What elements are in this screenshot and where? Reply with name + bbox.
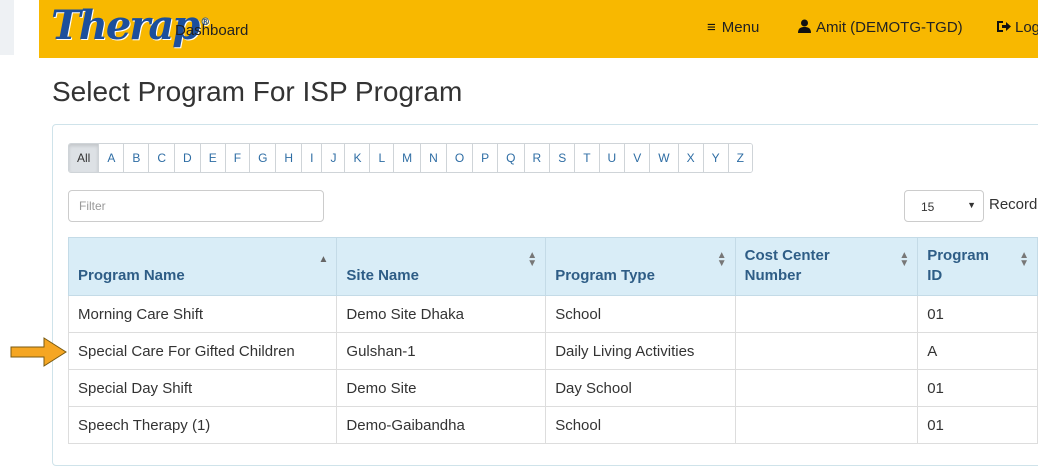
alphabet-button-u[interactable]: U [599,144,626,172]
table-row[interactable]: Special Care For Gifted Children Gulshan-… [67,332,1038,370]
table-cell: A [917,332,1038,370]
sort-icon: ▲ ▼ [527,250,538,269]
menu-button[interactable]: ≡ Menu [707,19,759,36]
pointer-arrow-icon [10,337,67,367]
alphabet-button-m[interactable]: M [394,144,422,172]
sort-ascending-icon: ▲ [318,254,329,265]
alphabet-button-g[interactable]: G [250,144,277,172]
menu-label: Menu [721,19,760,36]
column-header-program-name[interactable]: Program Name ▲ [67,237,338,296]
hamburger-icon: ≡ [707,19,716,36]
alphabet-button-s[interactable]: S [550,144,576,172]
alphabet-button-l[interactable]: L [370,144,395,172]
alphabet-button-q[interactable]: Q [498,144,525,172]
alphabet-button-t[interactable]: T [575,144,600,172]
records-per-page-select[interactable]: 15 ▼ [904,190,984,222]
alphabet-button-h[interactable]: H [276,144,303,172]
table-cell [734,332,919,370]
records-label: Record [989,196,1038,213]
logout-label: Log [1015,19,1038,36]
table-cell: School [545,295,736,333]
table-cell [734,295,919,333]
sidebar-edge [0,0,14,55]
user-icon [798,19,811,33]
table-cell [734,406,919,444]
dashboard-link[interactable]: Dashboard [175,22,248,39]
program-table: Program Name ▲ Site Name ▲ ▼ Program Type ▲ ▼ Co… [67,237,1038,444]
column-header-label: Site Name [346,267,419,284]
user-label: Amit (DEMOTG-TGD) [816,19,963,36]
table-cell: 01 [917,369,1038,407]
alphabet-button-b[interactable]: B [124,144,150,172]
table-cell: Gulshan-1 [336,332,547,370]
table-header-row: Program Name ▲ Site Name ▲ ▼ Program Type ▲ ▼ Co… [67,237,1038,296]
alphabet-button-z[interactable]: Z [728,144,752,172]
alphabet-button-x[interactable]: X [678,144,704,172]
alphabet-button-p[interactable]: P [473,144,499,172]
logout-icon [997,21,1011,32]
alphabet-button-all[interactable]: All [69,144,100,172]
logout-link[interactable]: Log [997,19,1038,36]
table-cell: Daily Living Activities [545,332,736,370]
column-header-cost-center-number[interactable]: Cost Center Number ▲ ▼ [734,237,919,296]
alphabet-button-d[interactable]: D [175,144,201,172]
sort-icon: ▲ ▼ [899,250,910,269]
sort-icon: ▲ ▼ [1019,250,1029,269]
alphabet-button-n[interactable]: N [421,144,447,172]
caret-down-icon: ▼ [967,200,976,210]
page-title: Select Program For ISP Program [52,76,463,107]
table-cell: Morning Care Shift [67,295,338,333]
alphabet-button-o[interactable]: O [446,144,474,172]
table-cell: 01 [917,406,1038,444]
alphabet-button-w[interactable]: W [650,144,679,172]
column-header-label: Program Type [555,267,655,284]
alphabet-button-e[interactable]: E [200,144,226,172]
column-header-label: Program ID [927,247,989,284]
alphabet-button-c[interactable]: C [149,144,176,172]
table-cell: Day School [545,369,736,407]
column-header-site-name[interactable]: Site Name ▲ ▼ [336,237,547,296]
table-body: Morning Care Shift Demo Site Dhaka School 0… [67,295,1038,444]
column-header-program-id[interactable]: Program ID ▲ ▼ [917,237,1038,296]
table-row[interactable]: Speech Therapy (1) Demo-Gaibandha School 01 [67,406,1038,444]
alphabet-button-v[interactable]: V [625,144,651,172]
table-cell: School [545,406,736,444]
column-header-program-type[interactable]: Program Type ▲ ▼ [545,237,736,296]
table-cell: Speech Therapy (1) [67,406,338,444]
alphabet-button-k[interactable]: K [345,144,371,172]
table-cell: Demo Site [336,369,547,407]
alphabet-button-i[interactable]: I [302,144,323,172]
filter-input[interactable] [68,190,324,222]
table-cell: Special Care For Gifted Children [67,332,338,370]
alphabet-button-y[interactable]: Y [703,144,729,172]
table-cell: Demo Site Dhaka [336,295,547,333]
table-cell: 01 [917,295,1038,333]
sort-icon: ▲ ▼ [716,250,727,269]
alphabet-button-r[interactable]: R [524,144,551,172]
alphabet-button-j[interactable]: J [322,144,346,172]
alphabet-button-a[interactable]: A [99,144,125,172]
table-cell [734,369,919,407]
user-menu[interactable]: Amit (DEMOTG-TGD) [798,19,963,36]
table-row[interactable]: Morning Care Shift Demo Site Dhaka School 0… [67,295,1038,333]
table-row[interactable]: Special Day Shift Demo Site Day School 01 [67,369,1038,407]
records-per-page-value: 15 [921,200,935,214]
column-header-label: Cost Center Number [744,247,830,284]
alphabet-filter: All A B C D E F G H I J K L M N O P Q R S T U V W X Y Z [68,143,753,173]
column-header-label: Program Name [78,267,185,284]
top-navbar: Therap ® Dashboard ≡ Menu Amit (DEMOTG-TGD… [39,0,1038,58]
table-cell: Special Day Shift [67,369,338,407]
table-cell: Demo-Gaibandha [336,406,547,444]
alphabet-button-f[interactable]: F [225,144,251,172]
